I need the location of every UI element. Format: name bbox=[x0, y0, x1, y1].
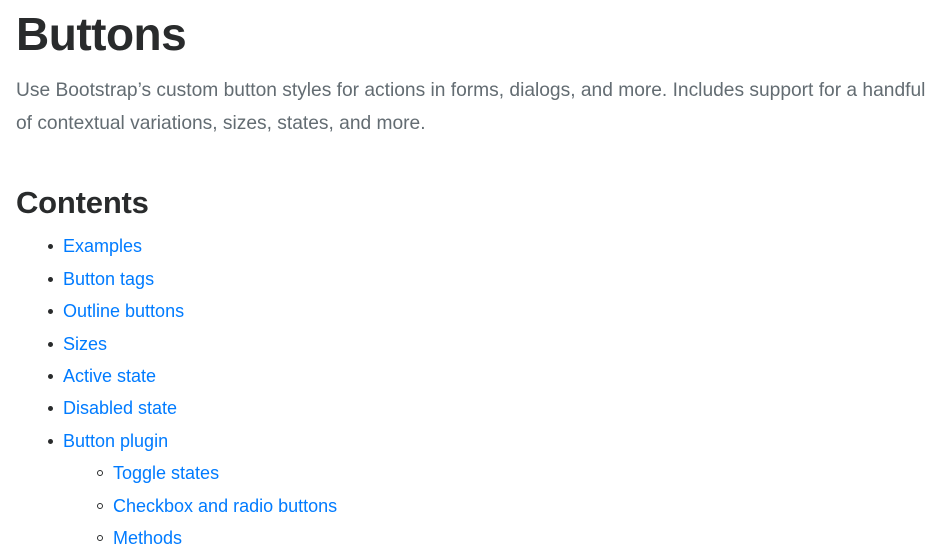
toc-link-active-state[interactable]: Active state bbox=[63, 366, 156, 386]
list-item: Checkbox and radio buttons bbox=[97, 491, 931, 523]
list-item: Button plugin Toggle states Checkbox and… bbox=[48, 426, 931, 555]
list-item: Methods bbox=[97, 523, 931, 555]
table-of-contents: Examples Button tags Outline buttons Siz… bbox=[16, 231, 931, 555]
toc-link-methods[interactable]: Methods bbox=[113, 528, 182, 548]
toc-link-button-plugin[interactable]: Button plugin bbox=[63, 431, 168, 451]
documentation-page: Buttons Use Bootstrap’s custom button st… bbox=[0, 0, 947, 555]
toc-link-toggle-states[interactable]: Toggle states bbox=[113, 463, 219, 483]
toc-link-checkbox-and-radio-buttons[interactable]: Checkbox and radio buttons bbox=[113, 496, 337, 516]
toc-link-disabled-state[interactable]: Disabled state bbox=[63, 398, 177, 418]
page-title: Buttons bbox=[16, 8, 187, 60]
table-of-contents-sublist: Toggle states Checkbox and radio buttons… bbox=[63, 458, 931, 555]
toc-link-button-tags[interactable]: Button tags bbox=[63, 269, 154, 289]
contents-heading: Contents bbox=[16, 185, 149, 221]
list-item: Button tags bbox=[48, 264, 931, 296]
list-item: Sizes bbox=[48, 329, 931, 361]
list-item: Outline buttons bbox=[48, 296, 931, 328]
page-lead-paragraph: Use Bootstrap’s custom button styles for… bbox=[16, 79, 926, 134]
list-item: Examples bbox=[48, 231, 931, 263]
list-item: Toggle states bbox=[97, 458, 931, 490]
list-item: Active state bbox=[48, 361, 931, 393]
toc-link-outline-buttons[interactable]: Outline buttons bbox=[63, 301, 184, 321]
toc-link-examples[interactable]: Examples bbox=[63, 236, 142, 256]
toc-link-sizes[interactable]: Sizes bbox=[63, 334, 107, 354]
list-item: Disabled state bbox=[48, 393, 931, 425]
